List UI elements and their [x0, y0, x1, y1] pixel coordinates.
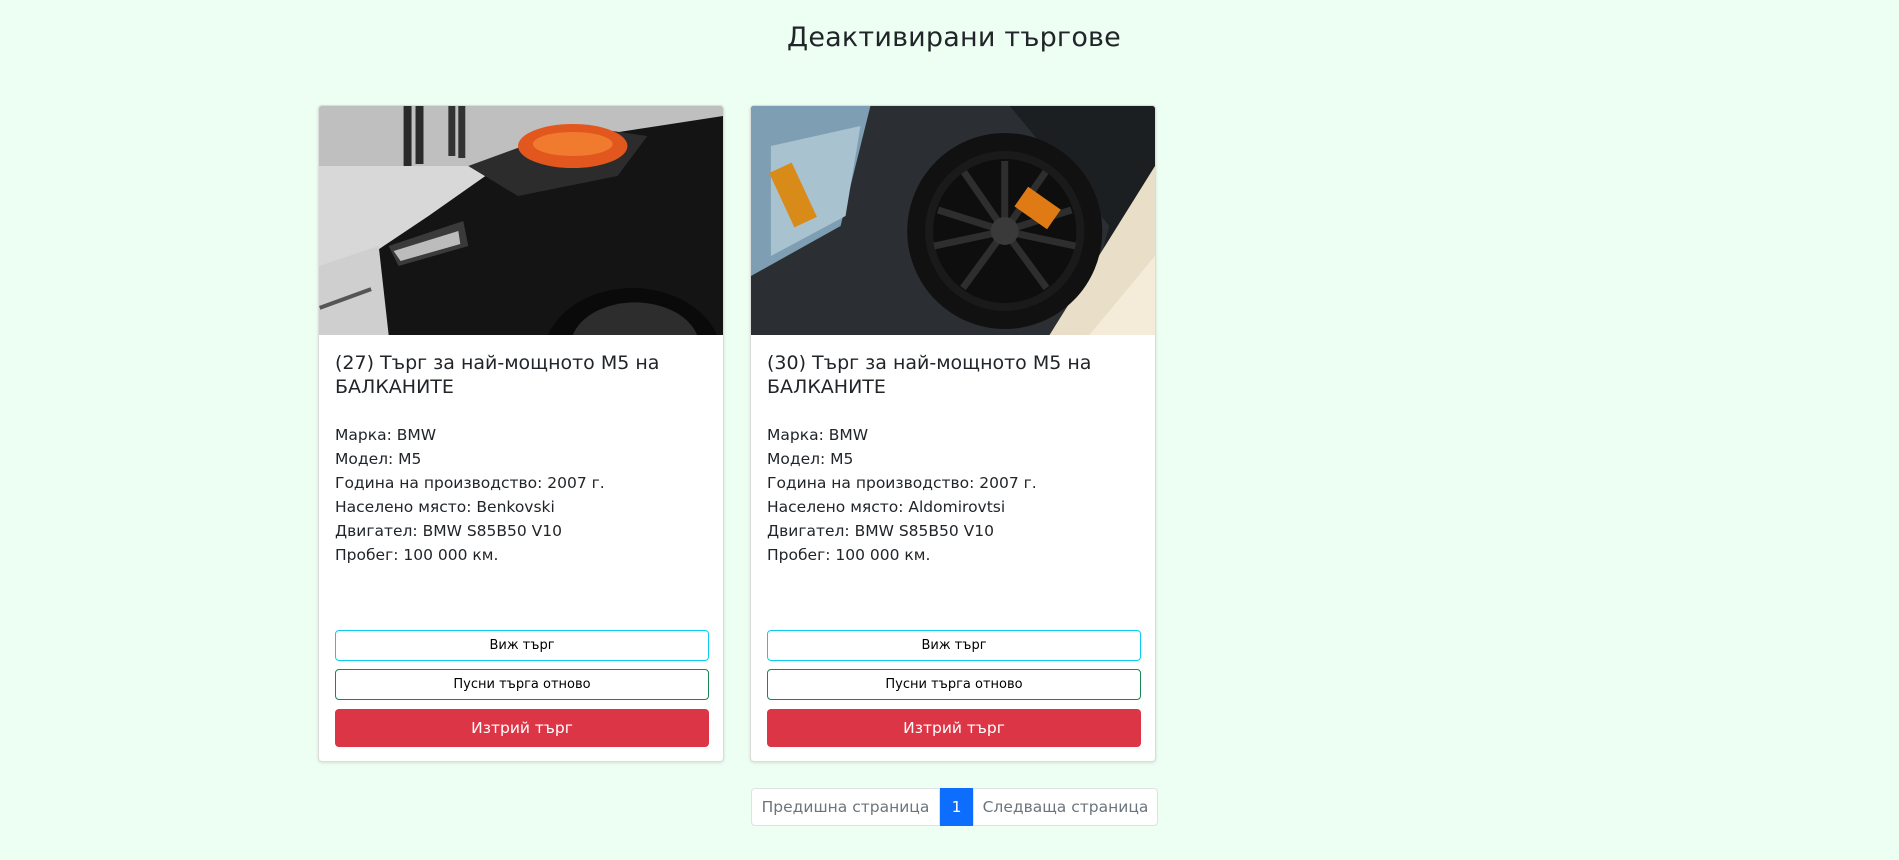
car-engine-image	[319, 106, 723, 335]
pagination: Предишна страница 1 Следваща страница	[751, 788, 1158, 826]
previous-page-button[interactable]: Предишна страница	[751, 788, 940, 826]
card-body: (30) Търг за най-мощното М5 на БАЛКАНИТЕ…	[751, 351, 1155, 567]
delete-auction-button[interactable]: Изтрий търг	[335, 709, 709, 747]
spec-engine: Двигател: BMW S85B50 V10	[335, 522, 563, 540]
page: Деактивирани търгове (27) Търг за най-мо…	[0, 0, 1899, 860]
auction-card: (30) Търг за най-мощното М5 на БАЛКАНИТЕ…	[750, 105, 1156, 762]
page-title: Деактивирани търгове	[787, 22, 1121, 53]
spec-engine: Двигател: BMW S85B50 V10	[767, 522, 995, 540]
view-auction-button[interactable]: Виж търг	[767, 630, 1141, 661]
spec-year: Година на производство: 2007 г.	[767, 474, 1037, 492]
spec-place: Населено място: Benkovski	[335, 498, 555, 516]
spec-list: Марка: BMW Модел: M5 Година на производс…	[767, 423, 1139, 567]
spec-year: Година на производство: 2007 г.	[335, 474, 605, 492]
spec-brand: Марка: BMW	[335, 426, 437, 444]
car-wheel-image	[751, 106, 1155, 335]
spec-brand: Марка: BMW	[767, 426, 869, 444]
restart-auction-button[interactable]: Пусни търга отново	[767, 669, 1141, 700]
spec-place: Населено място: Aldomirovtsi	[767, 498, 1006, 516]
view-auction-button[interactable]: Виж търг	[335, 630, 709, 661]
auction-card: (27) Търг за най-мощното М5 на БАЛКАНИТЕ…	[318, 105, 724, 762]
card-title[interactable]: (27) Търг за най-мощното М5 на БАЛКАНИТЕ	[335, 351, 707, 399]
spec-list: Марка: BMW Модел: M5 Година на производс…	[335, 423, 707, 567]
next-page-button[interactable]: Следваща страница	[973, 788, 1158, 826]
current-page-button[interactable]: 1	[940, 788, 973, 826]
delete-auction-button[interactable]: Изтрий търг	[767, 709, 1141, 747]
spec-model: Модел: M5	[335, 450, 422, 468]
card-body: (27) Търг за най-мощното М5 на БАЛКАНИТЕ…	[319, 351, 723, 567]
restart-auction-button[interactable]: Пусни търга отново	[335, 669, 709, 700]
spec-mileage: Пробег: 100 000 км.	[335, 546, 499, 564]
spec-model: Модел: M5	[767, 450, 854, 468]
spec-mileage: Пробег: 100 000 км.	[767, 546, 931, 564]
card-title[interactable]: (30) Търг за най-мощното М5 на БАЛКАНИТЕ	[767, 351, 1139, 399]
